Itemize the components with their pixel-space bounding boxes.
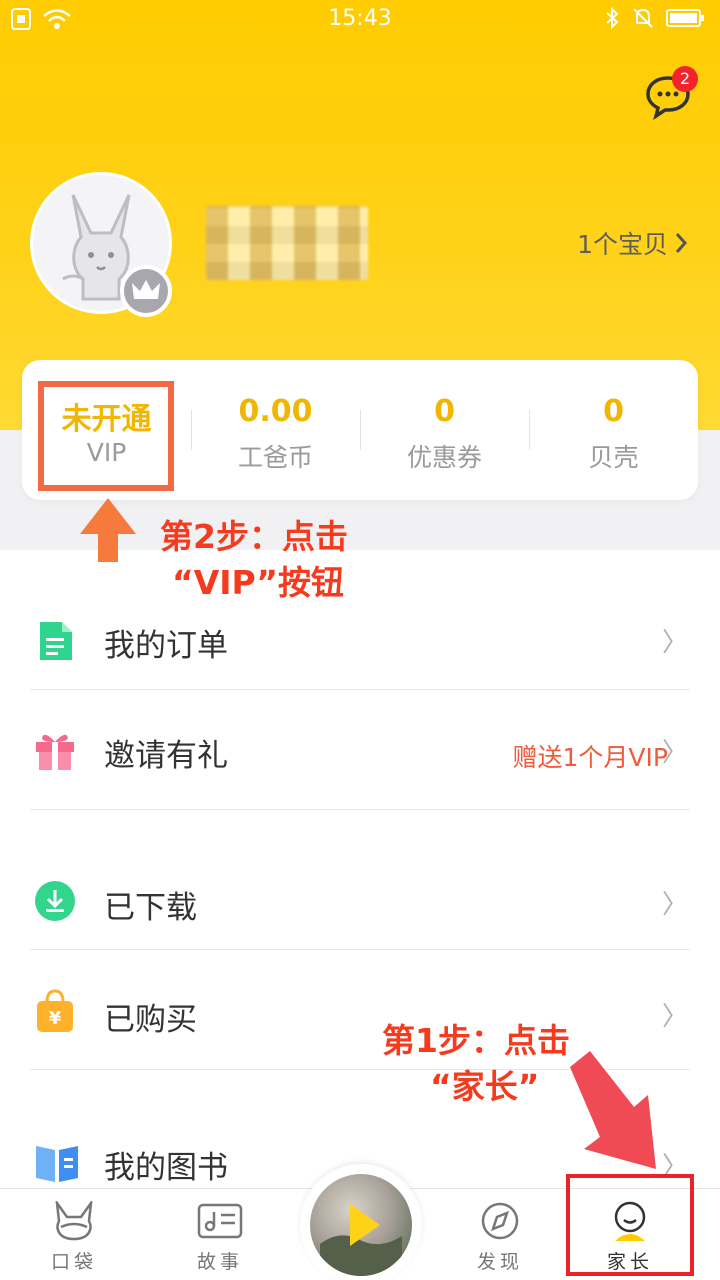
chevron-right-icon: [675, 233, 688, 253]
annotation-step1-line1: 第1步：点击: [382, 1021, 570, 1060]
stat-coupons[interactable]: 0 优惠券: [360, 360, 529, 500]
tab-discover[interactable]: 发现: [440, 1189, 560, 1280]
blurred-username: [206, 206, 368, 280]
stat-shells-label: 贝壳: [588, 443, 639, 472]
annotation-arrow-down-right: [560, 1045, 670, 1179]
menu-label: 我的图书: [104, 1150, 228, 1186]
vip-crown-badge: [120, 265, 172, 317]
message-count-badge: 2: [672, 66, 698, 92]
tab-label: 口袋: [50, 1251, 97, 1273]
bluetooth-icon: [604, 6, 620, 34]
parent-tab-highlight-box: [566, 1174, 694, 1276]
gift-icon: [34, 730, 76, 772]
stat-coins-value: 0.00: [238, 394, 313, 429]
menu-label: 已下载: [104, 890, 197, 926]
battery-icon: [666, 7, 706, 33]
chevron-right-icon: 〉: [661, 628, 688, 658]
download-icon: [34, 880, 76, 922]
divider: [30, 949, 690, 950]
invite-reward-text: 赠送1个月VIP: [512, 743, 668, 772]
children-count-label: 1个宝贝: [577, 230, 668, 259]
book-icon: [34, 1142, 78, 1184]
stat-coupons-value: 0: [434, 394, 455, 429]
menu-label: 我的订单: [104, 628, 228, 664]
stat-coins-label: 工爸币: [237, 443, 313, 472]
purchase-bag-icon: ¥: [34, 988, 76, 1032]
menu-label: 邀请有礼: [104, 738, 228, 774]
divider: [30, 809, 690, 810]
status-bar: 15:43: [0, 0, 720, 40]
chevron-right-icon: 〉: [661, 890, 688, 920]
stat-coins[interactable]: 0.00 工爸币: [191, 360, 360, 500]
tab-label: 发现: [476, 1251, 523, 1273]
stat-shells-value: 0: [603, 394, 624, 429]
tab-story[interactable]: 故事: [160, 1189, 280, 1280]
mute-bell-icon: [632, 6, 654, 34]
stat-shells[interactable]: 0 贝壳: [529, 360, 698, 500]
divider: [30, 689, 690, 690]
play-icon: [320, 1204, 402, 1276]
annotation-step1-line2: “家长”: [430, 1067, 540, 1106]
annotation-step2-line1: 第2步：点击: [160, 517, 348, 556]
story-icon: [197, 1201, 243, 1241]
menu-item-invite[interactable]: 邀请有礼 赠送1个月VIP 〉: [0, 692, 720, 812]
annotation-arrow-up: [78, 498, 138, 568]
chevron-right-icon: 〉: [661, 738, 688, 768]
now-playing-button[interactable]: [300, 1164, 422, 1280]
pocket-icon: [51, 1198, 97, 1241]
stat-coupons-label: 优惠券: [406, 443, 482, 472]
crown-icon: [132, 280, 160, 299]
order-icon: [34, 620, 76, 662]
menu-label: 已购买: [104, 1002, 197, 1038]
album-cover: [310, 1174, 412, 1276]
tab-label: 故事: [196, 1251, 243, 1273]
tab-pocket[interactable]: 口袋: [14, 1189, 134, 1280]
discover-compass-icon: [477, 1201, 523, 1241]
menu-item-orders[interactable]: 我的订单 〉: [0, 582, 720, 702]
children-link[interactable]: 1个宝贝: [577, 225, 688, 261]
vip-highlight-box: [38, 381, 174, 491]
chevron-right-icon: 〉: [661, 1002, 688, 1032]
svg-text:¥: ¥: [49, 1008, 62, 1029]
menu-item-downloaded[interactable]: 已下载 〉: [0, 840, 720, 960]
